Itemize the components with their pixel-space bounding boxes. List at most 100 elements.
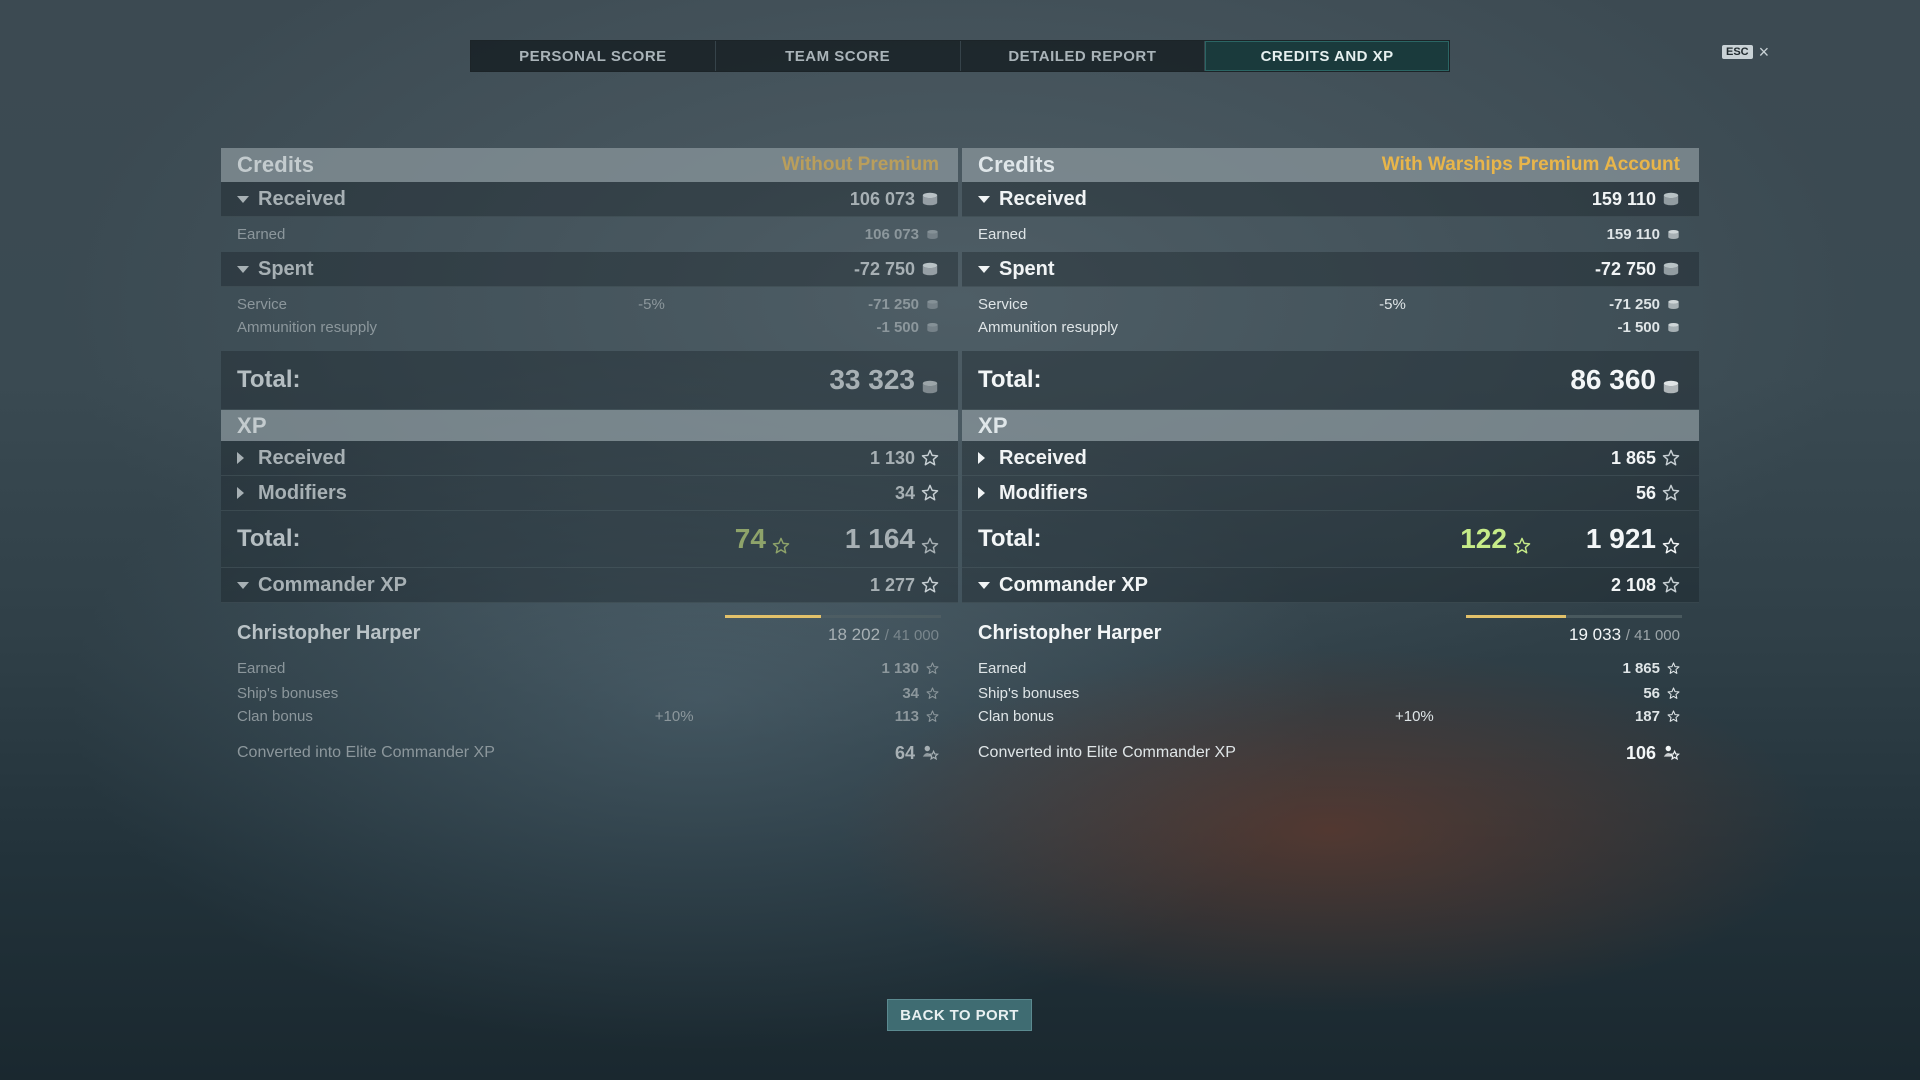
row-value: 113 [894,708,919,725]
close-button[interactable]: ESC × [1722,43,1770,61]
section-label: Spent [258,257,314,280]
star-icon [772,530,790,554]
collapse-arrow-icon[interactable] [978,195,994,203]
section-label: Received [258,446,346,469]
clan-bonus-row: Clan bonus +10% 113 [221,705,958,728]
credits-received-section[interactable]: Received 159 110 [962,182,1699,217]
row-label: Earned [978,226,1027,243]
xp-bonus-value: 74 [735,523,790,555]
total-label: Total: [237,525,301,552]
ammo-resupply-row: Ammunition resupply -1 500 [962,316,1699,339]
row-percent: -5% [638,296,665,313]
collapse-arrow-icon[interactable] [237,581,253,589]
credits-title: Credits [978,152,1056,177]
collapse-arrow-icon[interactable] [978,265,994,273]
row-label: Ammunition resupply [237,319,378,336]
silver-coin-icon [921,190,939,208]
credits-header: Credits With Warships Premium Account [962,148,1699,182]
row-value: 1 130 [881,660,919,677]
close-icon[interactable]: × [1759,43,1770,61]
commander-xp-section[interactable]: Commander XP 1 277 [221,568,958,603]
credits-spent-section[interactable]: Spent -72 750 [962,252,1699,287]
collapse-arrow-icon[interactable] [237,195,253,203]
tab-team-score[interactable]: TEAM SCORE [716,41,961,71]
row-value: 159 110 [1606,226,1660,243]
expand-arrow-icon[interactable] [978,487,994,499]
clan-bonus-row: Clan bonus +10% 187 [962,705,1699,728]
section-label: Received [258,187,346,210]
section-label: Spent [999,257,1055,280]
collapse-arrow-icon[interactable] [237,265,253,273]
ship-bonuses-row: Ship's bonuses 34 [221,682,958,705]
row-value: -1 500 [876,319,919,336]
silver-coin-icon [926,298,939,311]
star-icon [921,530,939,554]
panel-with-premium: Credits With Warships Premium Account Re… [962,148,1699,772]
elite-xp-value: 64 [895,743,940,764]
row-percent: +10% [654,708,694,725]
row-percent: -5% [1379,296,1406,313]
credits-spent-section[interactable]: Spent -72 750 [221,252,958,287]
star-icon [1662,576,1680,594]
xp-modifiers-section[interactable]: Modifiers 56 [962,476,1699,511]
expand-arrow-icon[interactable] [978,452,994,464]
commander-xp-section[interactable]: Commander XP 2 108 [962,568,1699,603]
total-label: Total: [978,366,1042,393]
earned-row: Earned 106 073 [221,223,958,246]
xp-modifiers-section[interactable]: Modifiers 34 [221,476,958,511]
back-to-port-button[interactable]: BACK TO PORT [887,999,1032,1031]
row-label: Converted into Elite Commander XP [237,744,495,761]
row-label: Earned [978,660,1027,677]
star-icon [1667,687,1680,700]
section-label: Commander XP [258,573,407,596]
commander-xp-progress-bar [1466,615,1682,618]
silver-coin-icon [926,228,939,241]
tab-credits-and-xp[interactable]: CREDITS AND XP [1205,41,1449,71]
star-icon [1662,484,1680,502]
commander-earned-row: Earned 1 130 [221,655,958,682]
commander-xp-progress-bar [725,615,941,618]
progress-fill [725,615,821,618]
star-icon [926,710,939,723]
tab-personal-score[interactable]: PERSONAL SCORE [471,41,716,71]
earned-row: Earned 159 110 [962,223,1699,246]
ship-bonuses-row: Ship's bonuses 56 [962,682,1699,705]
credits-received-section[interactable]: Received 106 073 [221,182,958,217]
tab-detailed-report[interactable]: DETAILED REPORT [961,41,1206,71]
xp-received-section[interactable]: Received 1 130 [221,441,958,476]
credits-title: Credits [237,152,315,177]
commander-xp-progress: 19 033 / 41 000 [1569,625,1680,644]
expand-arrow-icon[interactable] [237,452,253,464]
credits-spent-value: -72 750 [1594,258,1656,279]
service-row: Service -5% -71 250 [962,293,1699,316]
xp-modifiers-value: 34 [894,482,915,503]
star-icon [921,449,939,467]
collapse-arrow-icon[interactable] [978,581,994,589]
silver-coin-icon [1667,321,1680,334]
row-value: 187 [1634,708,1660,725]
row-percent: +10% [1394,708,1434,725]
elite-xp-row: Converted into Elite Commander XP 106 [962,734,1699,772]
xp-modifiers-value: 56 [1635,482,1656,503]
xp-total-value: 1 164 [845,523,939,555]
xp-received-section[interactable]: Received 1 865 [962,441,1699,476]
silver-coin-icon [1662,260,1680,278]
xp-header: XP [962,410,1699,441]
credits-received-value: 159 110 [1591,188,1656,209]
row-label: Ship's bonuses [237,685,339,702]
silver-coin-icon [926,321,939,334]
xp-received-value: 1 865 [1610,447,1656,468]
row-value: 1 865 [1622,660,1660,677]
star-icon [1667,662,1680,675]
xp-title: XP [978,412,1008,438]
silver-coin-icon [1662,371,1680,394]
row-value: 56 [1643,685,1660,702]
section-label: Modifiers [999,481,1088,504]
silver-coin-icon [921,371,939,394]
credits-total-value: 33 323 [829,364,939,396]
commander-row: Christopher Harper 19 033 / 41 000 [962,603,1699,647]
row-label: Ship's bonuses [978,685,1080,702]
row-label: Earned [237,660,286,677]
expand-arrow-icon[interactable] [237,487,253,499]
star-icon [926,662,939,675]
